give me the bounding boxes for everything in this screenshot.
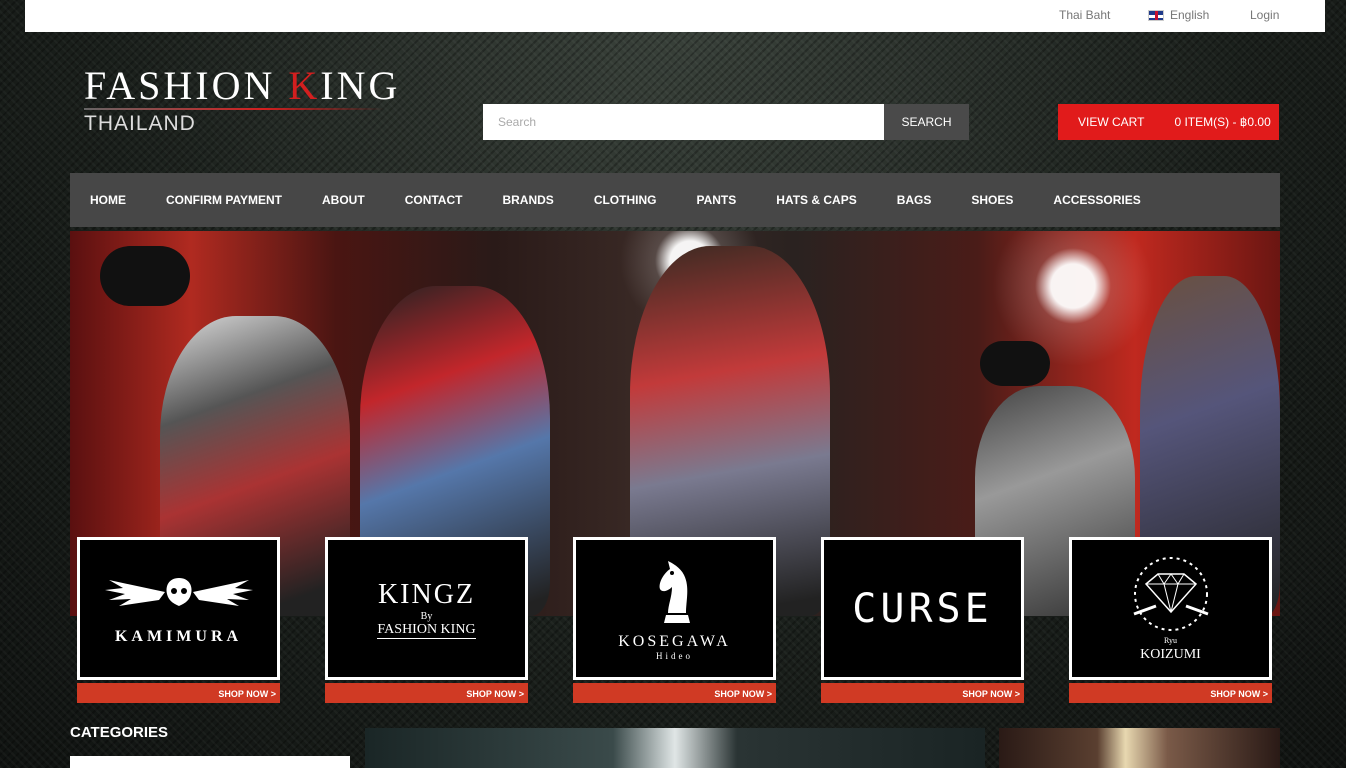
view-cart-label: VIEW CART	[1078, 115, 1145, 129]
studio-light	[980, 341, 1050, 386]
logo-underline	[84, 108, 384, 110]
brand-card-kingz[interactable]: KINGZ By FASHION KING SHOP NOW >	[325, 537, 528, 703]
nav-accessories[interactable]: ACCESSORIES	[1053, 193, 1140, 207]
top-bar: Thai Baht English Login	[25, 0, 1325, 32]
brand-subtitle: FASHION KING	[377, 621, 476, 639]
cart-summary: 0 ITEM(S) - ฿0.00	[1174, 115, 1271, 129]
brand-logo-kamimura: KAMIMURA	[77, 537, 280, 680]
brand-name: CURSE	[852, 585, 993, 632]
brand-logo-kosegawa: KOSEGAWA Hideo	[573, 537, 776, 680]
nav-bags[interactable]: BAGS	[897, 193, 932, 207]
currency-selector[interactable]: Thai Baht	[1059, 8, 1110, 22]
brand-prefix: Ryu	[1163, 636, 1177, 645]
search-button[interactable]: SEARCH	[884, 104, 969, 140]
brand-subtitle: Hideo	[656, 650, 693, 661]
shop-now-button[interactable]: SHOP NOW >	[1069, 683, 1272, 703]
brand-name: KOSEGAWA	[618, 632, 731, 650]
nav-brands[interactable]: BRANDS	[502, 193, 553, 207]
brand-logo-curse: CURSE	[821, 537, 1024, 680]
cart-button[interactable]: VIEW CART 0 ITEM(S) - ฿0.00	[1058, 104, 1279, 140]
shop-now-button[interactable]: SHOP NOW >	[821, 683, 1024, 703]
logo-wordmark: FASHION KING	[84, 63, 401, 108]
winged-skull-icon	[104, 577, 253, 606]
shop-now-button[interactable]: SHOP NOW >	[77, 683, 280, 703]
brand-logo-kingz: KINGZ By FASHION KING	[325, 537, 528, 680]
brand-card-kosegawa[interactable]: KOSEGAWA Hideo SHOP NOW >	[573, 537, 776, 703]
brand-name: KOIZUMI	[1140, 647, 1201, 662]
nav-pants[interactable]: PANTS	[696, 193, 736, 207]
nav-hats-caps[interactable]: HATS & CAPS	[776, 193, 856, 207]
brand-logo-koizumi: Ryu KOIZUMI	[1069, 537, 1272, 680]
categories-panel	[70, 756, 350, 768]
nav-shoes[interactable]: SHOES	[971, 193, 1013, 207]
nav-contact[interactable]: CONTACT	[405, 193, 463, 207]
brand-name: KINGZ	[377, 578, 476, 610]
brand-by: By	[420, 610, 433, 622]
promo-banner[interactable]	[999, 728, 1280, 768]
brand-card-kamimura[interactable]: KAMIMURA SHOP NOW >	[77, 537, 280, 703]
search-input[interactable]	[483, 104, 884, 140]
brand-card-curse[interactable]: CURSE SHOP NOW >	[821, 537, 1024, 703]
chess-knight-icon	[659, 560, 690, 623]
brand-name: KAMIMURA	[114, 627, 243, 645]
uk-flag-icon	[1148, 9, 1164, 21]
nav-clothing[interactable]: CLOTHING	[594, 193, 657, 207]
shop-now-button[interactable]: SHOP NOW >	[573, 683, 776, 703]
categories-title: CATEGORIES	[70, 724, 169, 741]
nav-home[interactable]: HOME	[90, 193, 126, 207]
logo-subtitle: THAILAND	[84, 112, 196, 135]
main-nav: HOME CONFIRM PAYMENT ABOUT CONTACT BRAND…	[70, 173, 1280, 227]
diamond-wreath-icon	[1132, 557, 1209, 631]
nav-about[interactable]: ABOUT	[322, 193, 365, 207]
language-label: English	[1170, 8, 1210, 22]
language-selector[interactable]: English	[1148, 8, 1209, 22]
nav-confirm-payment[interactable]: CONFIRM PAYMENT	[166, 193, 282, 207]
brand-card-koizumi[interactable]: Ryu KOIZUMI SHOP NOW >	[1069, 537, 1272, 703]
shop-now-button[interactable]: SHOP NOW >	[325, 683, 528, 703]
studio-light	[100, 246, 190, 306]
login-link[interactable]: Login	[1250, 8, 1279, 22]
promo-banner[interactable]	[365, 728, 985, 768]
site-logo[interactable]: FASHION KING THAILAND	[84, 66, 400, 136]
